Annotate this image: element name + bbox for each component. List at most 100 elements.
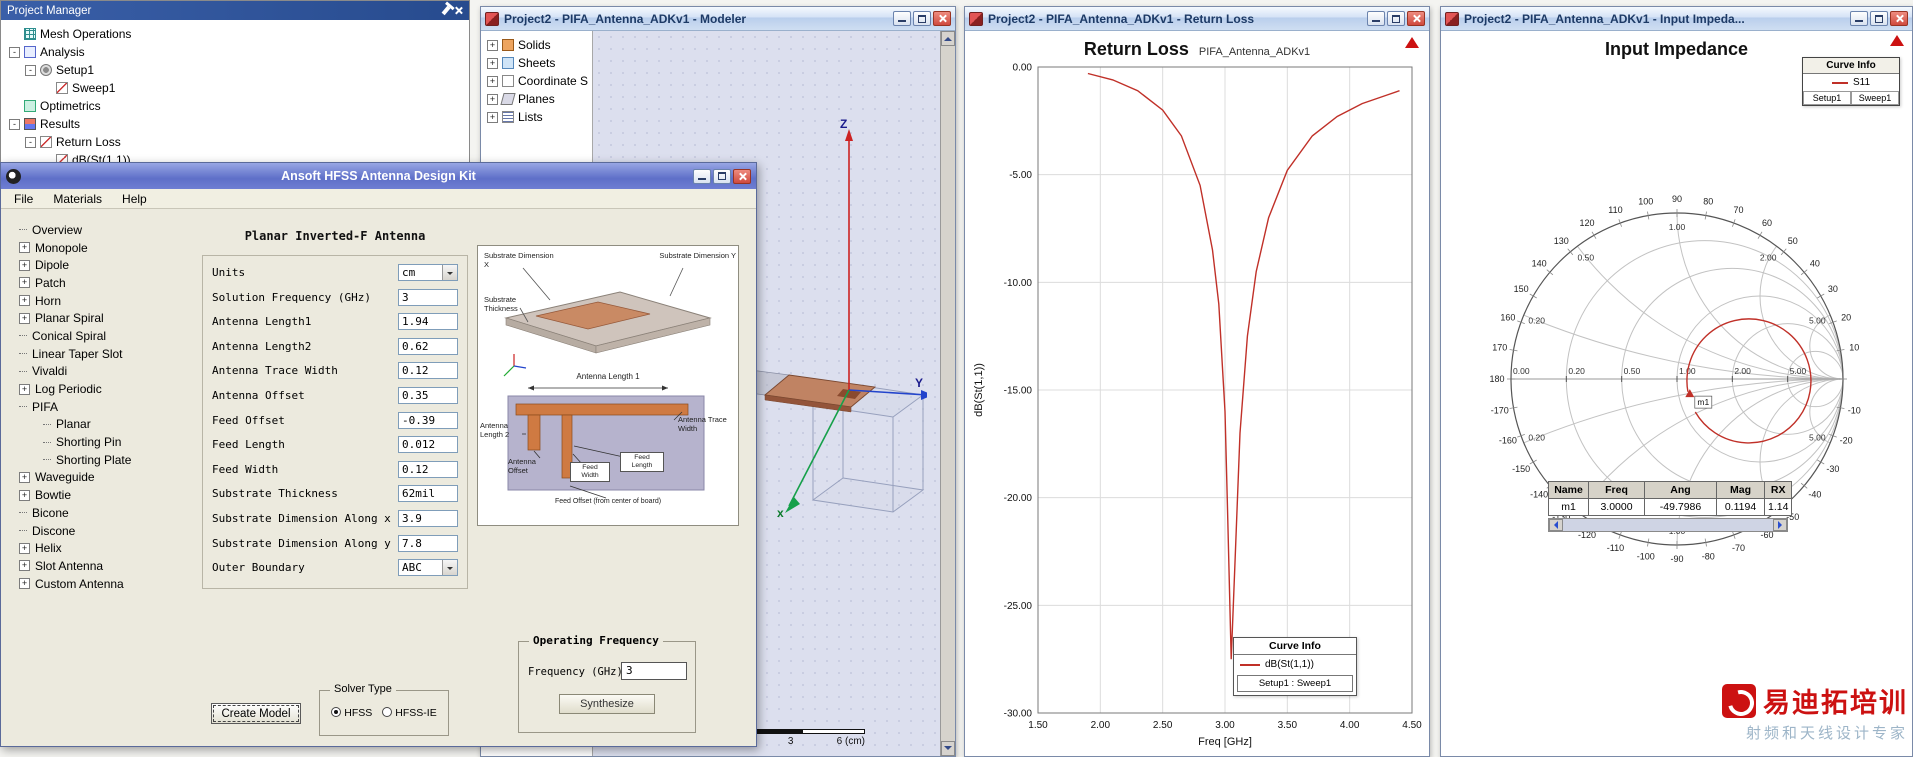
tree-toggle[interactable]: + [19,489,30,501]
maximize-button[interactable] [1387,11,1405,26]
field-input[interactable]: 7.8 [398,534,458,552]
maximize-button[interactable] [713,168,731,184]
modeler-tree-item-lists[interactable]: + Lists [481,108,592,126]
tree-toggle[interactable]: + [487,111,498,123]
scroll-up-button[interactable] [941,31,955,46]
tree-toggle[interactable]: + [19,242,30,254]
maximize-button[interactable] [1870,11,1888,26]
adk-nav-item-log-periodic[interactable]: + Log Periodic [7,380,199,398]
tree-item[interactable]: Optimetrics [1,97,469,115]
tree-toggle[interactable]: + [19,259,30,271]
adk-nav-item-linear-taper-slot[interactable]: Linear Taper Slot [7,345,199,363]
menu-materials[interactable]: Materials [44,190,111,208]
tree-toggle[interactable]: - [25,64,36,76]
close-icon[interactable] [454,6,463,15]
tree-toggle[interactable]: + [19,542,30,554]
close-button[interactable] [933,11,951,26]
dropdown-arrow-icon[interactable] [442,265,457,280]
modeler-tree-item-planes[interactable]: + Planes [481,90,592,108]
adk-nav-item-planar-spiral[interactable]: + Planar Spiral [7,309,199,327]
tree-item[interactable]: - Return Loss [1,133,469,151]
adk-nav-item-vivaldi[interactable]: Vivaldi [7,363,199,381]
scroll-down-button[interactable] [941,741,955,756]
tree-toggle[interactable]: + [19,277,30,289]
adk-nav-item-horn[interactable]: + Horn [7,292,199,310]
pin-icon[interactable] [441,5,451,16]
tree-toggle[interactable]: - [9,46,20,58]
tree-toggle[interactable]: + [19,295,30,307]
field-input[interactable]: 62mil [398,485,458,503]
tree-toggle[interactable]: + [19,578,30,590]
adk-nav-item-monopole[interactable]: + Monopole [7,239,199,257]
tree-toggle[interactable]: + [487,39,498,51]
tree-toggle[interactable]: + [487,57,498,69]
close-button[interactable] [733,168,751,184]
adk-nav-item-shorting-plate[interactable]: Shorting Plate [7,451,199,469]
adk-nav-item-helix[interactable]: + Helix [7,539,199,557]
create-model-button[interactable]: Create Model [211,703,301,724]
adk-nav-item-slot-antenna[interactable]: + Slot Antenna [7,557,199,575]
tree-toggle[interactable]: + [19,560,30,572]
field-input[interactable]: 3.9 [398,510,458,527]
modeler-tree-item-sheets[interactable]: + Sheets [481,54,592,72]
tree-toggle[interactable]: + [19,471,30,483]
minimize-button[interactable] [693,168,711,184]
adk-nav-item-conical-spiral[interactable]: Conical Spiral [7,327,199,345]
maximize-button[interactable] [913,11,931,26]
close-button[interactable] [1890,11,1908,26]
radio-button-icon[interactable] [382,707,393,717]
tree-toggle[interactable]: + [19,383,30,395]
field-select[interactable]: ABC [398,559,458,577]
field-input[interactable]: 0.12 [398,362,458,380]
adk-nav-item-waveguide[interactable]: + Waveguide [7,469,199,487]
adk-nav-item-shorting-pin[interactable]: Shorting Pin [7,433,199,451]
tree-toggle[interactable]: + [487,75,498,87]
adk-nav-item-bowtie[interactable]: + Bowtie [7,486,199,504]
radio-hfss[interactable]: HFSS [331,707,372,719]
frequency-input[interactable]: 3 [621,662,687,680]
horizontal-scrollbar[interactable] [1548,518,1788,532]
scroll-right-button[interactable] [1773,519,1787,531]
tree-item[interactable]: Sweep1 [1,79,469,97]
field-input[interactable]: 1.94 [398,313,458,331]
adk-nav-item-overview[interactable]: Overview [7,221,199,239]
synthesize-button[interactable]: Synthesize [559,694,655,714]
field-input[interactable]: 3 [398,288,458,306]
adk-nav-item-discone[interactable]: Discone [7,522,199,540]
adk-nav-item-patch[interactable]: + Patch [7,274,199,292]
adk-nav-item-dipole[interactable]: + Dipole [7,256,199,274]
field-input[interactable]: 0.012 [398,436,458,454]
tree-item[interactable]: - Setup1 [1,61,469,79]
modeler-titlebar[interactable]: Project2 - PIFA_Antenna_ADKv1 - Modeler [481,7,955,31]
return-loss-titlebar[interactable]: Project2 - PIFA_Antenna_ADKv1 - Return L… [965,7,1429,31]
field-input[interactable]: 0.62 [398,337,458,355]
field-input[interactable]: 0.12 [398,460,458,478]
menu-help[interactable]: Help [113,190,156,208]
modeler-tree-item-coordinate-s[interactable]: + Coordinate S [481,72,592,90]
dropdown-arrow-icon[interactable] [442,560,457,576]
vertical-scrollbar[interactable] [940,31,955,756]
input-impedance-titlebar[interactable]: Project2 - PIFA_Antenna_ADKv1 - Input Im… [1441,7,1912,31]
tree-item[interactable]: - Results [1,115,469,133]
adk-nav-item-planar[interactable]: Planar [7,416,199,434]
minimize-button[interactable] [893,11,911,26]
adk-nav-item-pifa[interactable]: PIFA [7,398,199,416]
minimize-button[interactable] [1367,11,1385,26]
minimize-button[interactable] [1850,11,1868,26]
adk-nav-item-bicone[interactable]: Bicone [7,504,199,522]
tree-item[interactable]: - Analysis [1,43,469,61]
radio-button-icon[interactable] [331,707,342,717]
menu-file[interactable]: File [5,190,42,208]
adk-nav-item-custom-antenna[interactable]: + Custom Antenna [7,575,199,593]
tree-toggle[interactable]: - [25,136,36,148]
close-button[interactable] [1407,11,1425,26]
tree-item[interactable]: Mesh Operations [1,25,469,43]
modeler-tree-item-solids[interactable]: + Solids [481,36,592,54]
adk-titlebar[interactable]: Ansoft HFSS Antenna Design Kit [1,163,756,189]
field-input[interactable]: 0.35 [398,387,458,404]
tree-toggle[interactable]: - [9,118,20,130]
field-input[interactable]: -0.39 [398,411,458,429]
tree-toggle[interactable]: + [19,312,30,324]
tree-toggle[interactable]: + [487,93,498,105]
radio-hfss-ie[interactable]: HFSS-IE [382,707,437,719]
